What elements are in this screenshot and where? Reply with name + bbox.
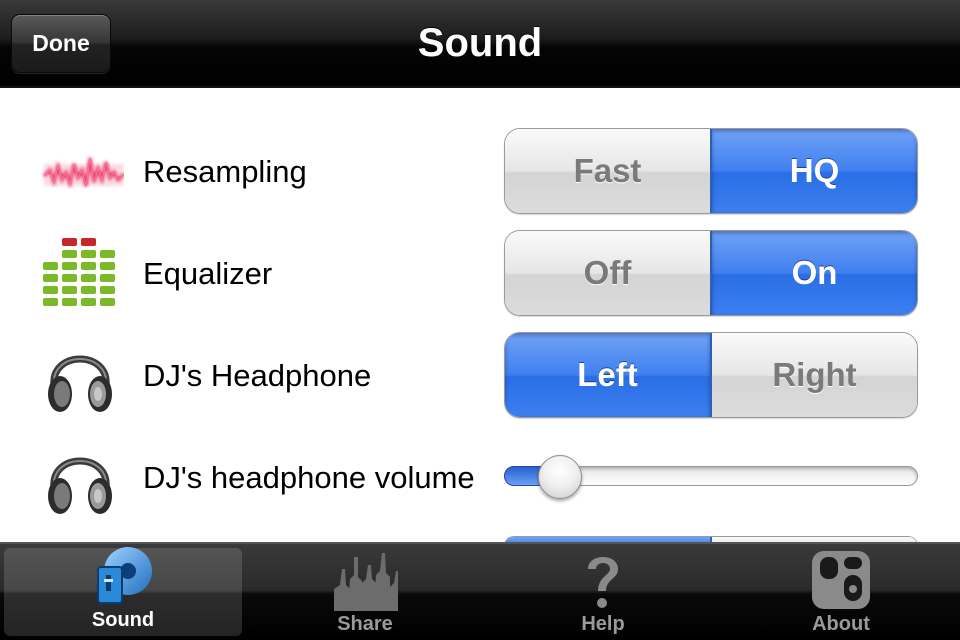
question-mark-icon xyxy=(568,549,638,611)
tab-bar: Sound Share Help About xyxy=(0,542,960,640)
equalizer-label: Equalizer xyxy=(143,256,273,291)
navigation-bar: Done Sound xyxy=(0,0,960,88)
crowd-icon xyxy=(330,549,400,611)
sound-settings-icon xyxy=(88,545,158,607)
segment-hq[interactable]: HQ xyxy=(710,129,917,213)
tab-share[interactable]: Share xyxy=(246,544,484,640)
tab-label-about: About xyxy=(812,613,870,635)
waveform-icon xyxy=(40,136,125,212)
segment-left[interactable]: Left xyxy=(505,333,710,417)
tab-label-sound: Sound xyxy=(91,609,155,631)
page-title: Sound xyxy=(417,20,543,65)
tab-label-help: Help xyxy=(581,613,625,635)
headphones-icon xyxy=(40,442,124,518)
headphone-volume-slider[interactable] xyxy=(504,455,918,499)
done-button[interactable]: Done xyxy=(11,14,111,73)
equalizer-segmented-control[interactable]: Off On xyxy=(504,230,918,316)
dj-headphone-label: DJ's Headphone xyxy=(143,358,372,393)
segment-right[interactable]: Right xyxy=(710,333,917,417)
segment-off[interactable]: Off xyxy=(505,231,710,315)
resampling-segmented-control[interactable]: Fast HQ xyxy=(504,128,918,214)
equalizer-icon xyxy=(40,238,124,314)
segment-on[interactable]: On xyxy=(710,231,917,315)
resampling-label: Resampling xyxy=(143,154,307,189)
tab-help[interactable]: Help xyxy=(484,544,722,640)
tab-sound[interactable]: Sound xyxy=(4,545,242,636)
headphones-icon xyxy=(40,340,124,416)
dj-headphone-segmented-control[interactable]: Left Right xyxy=(504,332,918,418)
segment-fast[interactable]: Fast xyxy=(505,129,710,213)
tab-about[interactable]: About xyxy=(722,544,960,640)
about-logo-icon xyxy=(806,549,876,611)
dj-headphone-volume-label: DJ's headphone volume xyxy=(143,460,475,495)
slider-thumb[interactable] xyxy=(537,455,582,499)
tab-label-share: Share xyxy=(337,613,393,635)
